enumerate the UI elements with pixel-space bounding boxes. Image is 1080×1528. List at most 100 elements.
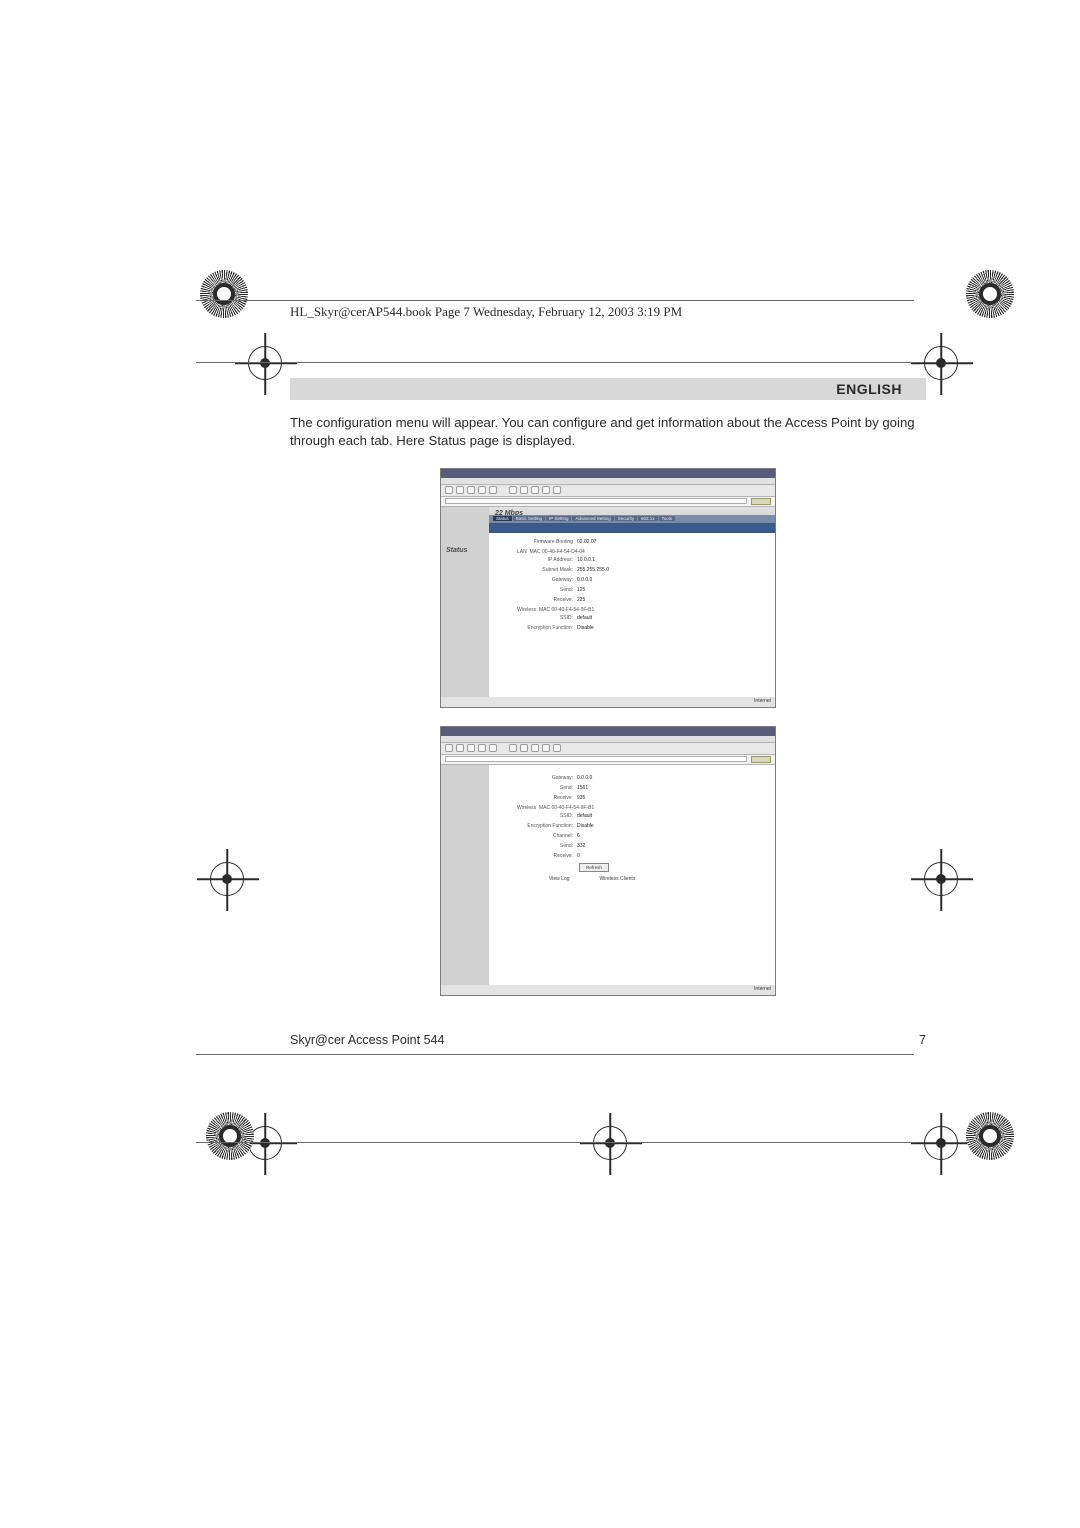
value: 0.0.0.0 [577,577,592,583]
lan-mac: MAC 00-40-F4-54-D4-04 [530,549,585,555]
screenshot-status-bottom: Gateway:0.0.0.0 Send:1561 Receive:935 Wi… [440,726,776,996]
label: Receive: [499,853,577,859]
footer-product: Skyr@cer Access Point 544 [290,1033,444,1047]
search-icon[interactable] [509,744,517,752]
label: SSID: [499,615,577,621]
back-icon[interactable] [445,486,453,494]
refresh-button[interactable]: Refresh [579,863,609,872]
address-bar [441,755,775,765]
label: Encryption Function: [499,625,577,631]
body-paragraph: The configuration menu will appear. You … [290,414,926,450]
wireless-clients-link[interactable]: Wireless Clients [599,876,635,882]
crop-mark [210,862,244,896]
value: 225 [577,597,585,603]
menu-bar [441,736,775,743]
home-icon[interactable] [489,744,497,752]
value: default [577,615,592,621]
stop-icon[interactable] [467,486,475,494]
browser-statusbar: Internet [441,697,775,707]
history-icon[interactable] [531,744,539,752]
value: 02.02.07 [577,539,596,545]
crop-mark [593,1126,627,1160]
page-footer: Skyr@cer Access Point 544 7 [290,1033,926,1047]
refresh-icon[interactable] [478,744,486,752]
label: SSID: [499,813,577,819]
window-titlebar [441,727,775,736]
label: Gateway: [499,577,577,583]
value: 10.0.0.1 [577,557,595,563]
mail-icon[interactable] [542,744,550,752]
language-bar: ENGLISH [290,378,926,400]
go-button[interactable] [751,498,771,505]
tab-status[interactable]: Status [493,516,512,521]
back-icon[interactable] [445,744,453,752]
tab-basic-setting[interactable]: Basic Setting [513,516,545,521]
tab-ip-setting[interactable]: IP Setting [546,516,571,521]
sidebar-title: Status [446,547,467,554]
address-input[interactable] [445,498,747,504]
value: 0 [577,853,580,859]
page-banner: 22 Mbps Status Basic Setting IP Setting … [489,507,775,533]
search-icon[interactable] [509,486,517,494]
label: Send: [499,587,577,593]
wireless-section: Wireless [517,805,536,811]
tab-advanced-setting[interactable]: Advanced Setting [572,516,613,521]
crop-mark [248,1126,282,1160]
wireless-section: Wireless [517,607,536,613]
value: 6 [577,833,580,839]
language-label: ENGLISH [836,381,902,397]
label: Firmware Booting [499,539,577,545]
registration-mark [966,1112,1014,1160]
window-titlebar [441,469,775,478]
mail-icon[interactable] [542,486,550,494]
favorites-icon[interactable] [520,486,528,494]
crop-mark [924,1126,958,1160]
label: IP Address: [499,557,577,563]
history-icon[interactable] [531,486,539,494]
forward-icon[interactable] [456,744,464,752]
browser-toolbar [441,485,775,497]
print-icon[interactable] [553,486,561,494]
label: Encryption Function: [499,823,577,829]
tab-tools[interactable]: Tools [659,516,676,521]
registration-mark [206,1112,254,1160]
label: Receive: [499,795,577,801]
favorites-icon[interactable] [520,744,528,752]
value: 332 [577,843,585,849]
value: 1561 [577,785,588,791]
label: Receive: [499,597,577,603]
registration-mark [200,270,248,318]
label: Channel: [499,833,577,839]
label: Send: [499,843,577,849]
lan-section: LAN [517,549,527,555]
home-icon[interactable] [489,486,497,494]
forward-icon[interactable] [456,486,464,494]
address-input[interactable] [445,756,747,762]
tab-security[interactable]: Security [615,516,637,521]
screenshot-status-top: 22 Mbps Status Basic Setting IP Setting … [440,468,776,708]
label: Send: [499,785,577,791]
crop-rule [196,1142,914,1143]
crop-mark [924,862,958,896]
value: Disable [577,823,594,829]
footer-page-number: 7 [919,1033,926,1047]
go-button[interactable] [751,756,771,763]
crop-mark [248,346,282,380]
wireless-mac: MAC 00-40-F4-54-9F-B1 [539,805,594,811]
registration-mark [966,270,1014,318]
browser-toolbar [441,743,775,755]
browser-statusbar: Internet [441,985,775,995]
print-icon[interactable] [553,744,561,752]
refresh-icon[interactable] [478,486,486,494]
value: 255.255.255.0 [577,567,609,573]
value: 125 [577,587,585,593]
value: Disable [577,625,594,631]
sidebar [441,765,489,985]
tab-8021x[interactable]: 802.1x [638,516,658,521]
view-log-link[interactable]: View Log [549,876,569,882]
tab-strip: Status Basic Setting IP Setting Advanced… [489,515,775,523]
stop-icon[interactable] [467,744,475,752]
label: Subnet Mask: [499,567,577,573]
value: 0.0.0.0 [577,775,592,781]
sidebar [441,507,489,697]
